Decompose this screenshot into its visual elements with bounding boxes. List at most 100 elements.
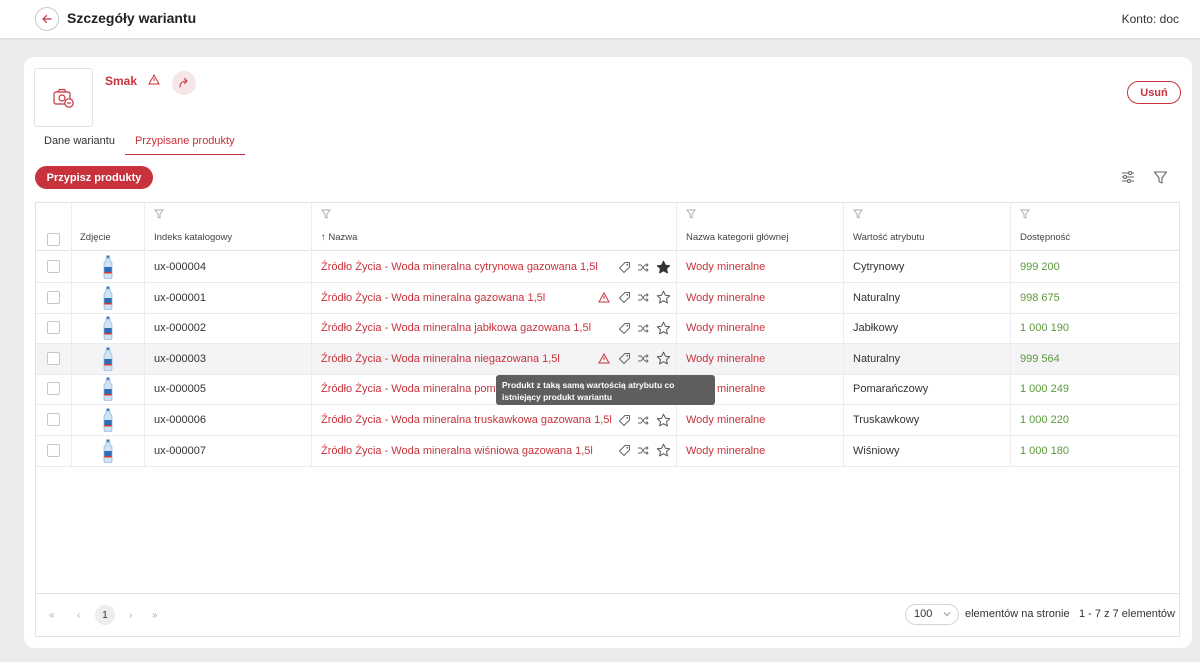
catalog-index: ux-000004 <box>145 252 312 282</box>
tooltip: Produkt z taką samą wartością atrybutu c… <box>496 375 715 405</box>
filter-icon[interactable] <box>1151 168 1169 186</box>
product-thumbnail-cell <box>72 405 145 435</box>
header-catalog-index[interactable]: Indeks katalogowy <box>145 203 312 251</box>
product-thumbnail[interactable] <box>102 439 114 463</box>
variant-image-placeholder[interactable] <box>34 68 93 127</box>
row-checkbox[interactable] <box>47 260 60 273</box>
availability: 999 200 <box>1020 261 1060 273</box>
row-checkbox[interactable] <box>47 382 60 396</box>
column-filter-icon[interactable] <box>853 209 863 219</box>
next-page-icon[interactable]: › <box>129 610 132 621</box>
back-button[interactable] <box>35 7 59 31</box>
attribute-value: Naturalny <box>844 282 1011 313</box>
product-thumbnail[interactable] <box>102 408 114 432</box>
star-icon[interactable] <box>655 290 671 306</box>
tag-icon[interactable] <box>616 351 632 367</box>
table-row[interactable]: ux-000007 Źródło Życia - Woda mineralna w… <box>36 435 1179 467</box>
table-row[interactable]: ux-000002 Źródło Życia - Woda mineralna j… <box>36 313 1179 345</box>
shuffle-icon[interactable] <box>635 290 651 306</box>
header-name[interactable]: ↑ Nazwa <box>312 203 677 251</box>
row-checkbox[interactable] <box>47 290 60 304</box>
select-all-checkbox[interactable] <box>47 233 60 246</box>
attribute-value: Wiśniowy <box>844 435 1011 466</box>
catalog-index: ux-000001 <box>145 282 312 313</box>
first-page-icon[interactable]: « <box>49 610 55 621</box>
shuffle-icon[interactable] <box>635 443 651 459</box>
table-row[interactable]: ux-000001 Źródło Życia - Woda mineralna g… <box>36 282 1179 314</box>
chevron-down-icon <box>943 612 951 617</box>
product-name-link[interactable]: Źródło Życia - Woda mineralna niegazowan… <box>321 353 560 365</box>
row-checkbox[interactable] <box>47 443 60 457</box>
row-checkbox[interactable] <box>47 351 60 365</box>
catalog-index: ux-000005 <box>145 374 312 405</box>
row-checkbox[interactable] <box>47 413 60 426</box>
column-filter-icon[interactable] <box>154 209 164 219</box>
product-thumbnail[interactable] <box>102 347 114 371</box>
warning-icon[interactable] <box>596 351 612 367</box>
arrow-left-icon <box>42 14 52 24</box>
product-name-link[interactable]: Źródło Życia - Woda mineralna truskawkow… <box>321 414 612 426</box>
warning-icon[interactable] <box>596 290 612 306</box>
product-thumbnail[interactable] <box>102 286 114 310</box>
shuffle-icon[interactable] <box>635 351 651 367</box>
table-row[interactable]: ux-000003 Źródło Życia - Woda mineralna n… <box>36 343 1179 375</box>
availability: 999 564 <box>1020 352 1060 365</box>
shuffle-icon[interactable] <box>635 259 651 275</box>
last-page-icon[interactable]: » <box>152 610 158 621</box>
header-attribute-value[interactable]: Wartość atrybutu <box>844 203 1011 251</box>
current-page[interactable]: 1 <box>95 605 115 625</box>
shuffle-icon[interactable] <box>635 320 651 336</box>
assign-products-button[interactable]: Przypisz produkty <box>35 166 153 189</box>
account-label[interactable]: Konto: doc <box>1122 12 1179 26</box>
main-category-link[interactable]: Wody mineralne <box>677 435 844 466</box>
product-name-link[interactable]: Źródło Życia - Woda mineralna cytrynowa … <box>321 261 598 273</box>
share-arrow-icon <box>179 77 188 88</box>
tag-icon[interactable] <box>616 290 632 306</box>
column-settings-icon[interactable] <box>1119 168 1137 186</box>
main-category-link[interactable]: Wody mineralne <box>677 405 844 435</box>
product-thumbnail[interactable] <box>102 377 114 402</box>
star-icon[interactable] <box>655 351 671 367</box>
column-filter-icon[interactable] <box>321 209 331 219</box>
header-availability[interactable]: Dostępność <box>1011 203 1179 251</box>
delete-button[interactable]: Usuń <box>1127 81 1181 104</box>
catalog-index: ux-000002 <box>145 313 312 344</box>
table-row[interactable]: ux-000004 Źródło Życia - Woda mineralna c… <box>36 252 1179 283</box>
main-category-link[interactable]: Wody mineralne <box>677 343 844 374</box>
main-category-link[interactable]: Wody mineralne <box>677 282 844 313</box>
product-name-link[interactable]: Źródło Życia - Woda mineralna wiśniowa g… <box>321 445 593 457</box>
tag-icon[interactable] <box>616 320 632 336</box>
row-select-cell <box>36 252 72 282</box>
tag-icon[interactable] <box>616 443 632 459</box>
shuffle-icon[interactable] <box>635 412 651 428</box>
star-icon[interactable] <box>655 412 671 428</box>
product-name-link[interactable]: Źródło Życia - Woda mineralna jabłkowa g… <box>321 322 591 334</box>
share-button[interactable] <box>172 71 196 95</box>
product-thumbnail[interactable] <box>102 255 114 279</box>
product-name-link[interactable]: Źródło Życia - Woda mineralna gazowana 1… <box>321 292 545 304</box>
tag-icon[interactable] <box>616 259 632 275</box>
availability: 1 000 249 <box>1020 383 1069 396</box>
star-icon[interactable] <box>655 259 671 275</box>
main-category-link[interactable]: Wody mineralne <box>677 252 844 282</box>
product-thumbnail-cell <box>72 343 145 374</box>
column-filter-icon[interactable] <box>686 209 696 219</box>
header-main-category[interactable]: Nazwa kategorii głównej <box>677 203 844 251</box>
row-checkbox[interactable] <box>47 321 60 335</box>
table-row[interactable]: ux-000006 Źródło Życia - Woda mineralna t… <box>36 405 1179 436</box>
product-name-cell: Źródło Życia - Woda mineralna niegazowan… <box>312 343 677 374</box>
column-filter-icon[interactable] <box>1020 209 1030 219</box>
catalog-index: ux-000007 <box>145 435 312 466</box>
star-icon[interactable] <box>655 320 671 336</box>
attribute-value: Pomarańczowy <box>844 374 1011 405</box>
tab-variant-data[interactable]: Dane wariantu <box>34 129 125 155</box>
tag-icon[interactable] <box>616 412 632 428</box>
tab-assigned-products[interactable]: Przypisane produkty <box>124 129 245 155</box>
star-icon[interactable] <box>655 443 671 459</box>
main-category-link[interactable]: Wody mineralne <box>677 313 844 344</box>
prev-page-icon[interactable]: ‹ <box>77 610 80 621</box>
pagination-bar: « ‹ 1 › » 100 elementów na stronie 1 - 7… <box>36 593 1179 637</box>
page-size-select[interactable]: 100 <box>905 604 959 625</box>
product-name-cell: Źródło Życia - Woda mineralna cytrynowa … <box>312 252 677 282</box>
product-thumbnail[interactable] <box>102 316 114 340</box>
